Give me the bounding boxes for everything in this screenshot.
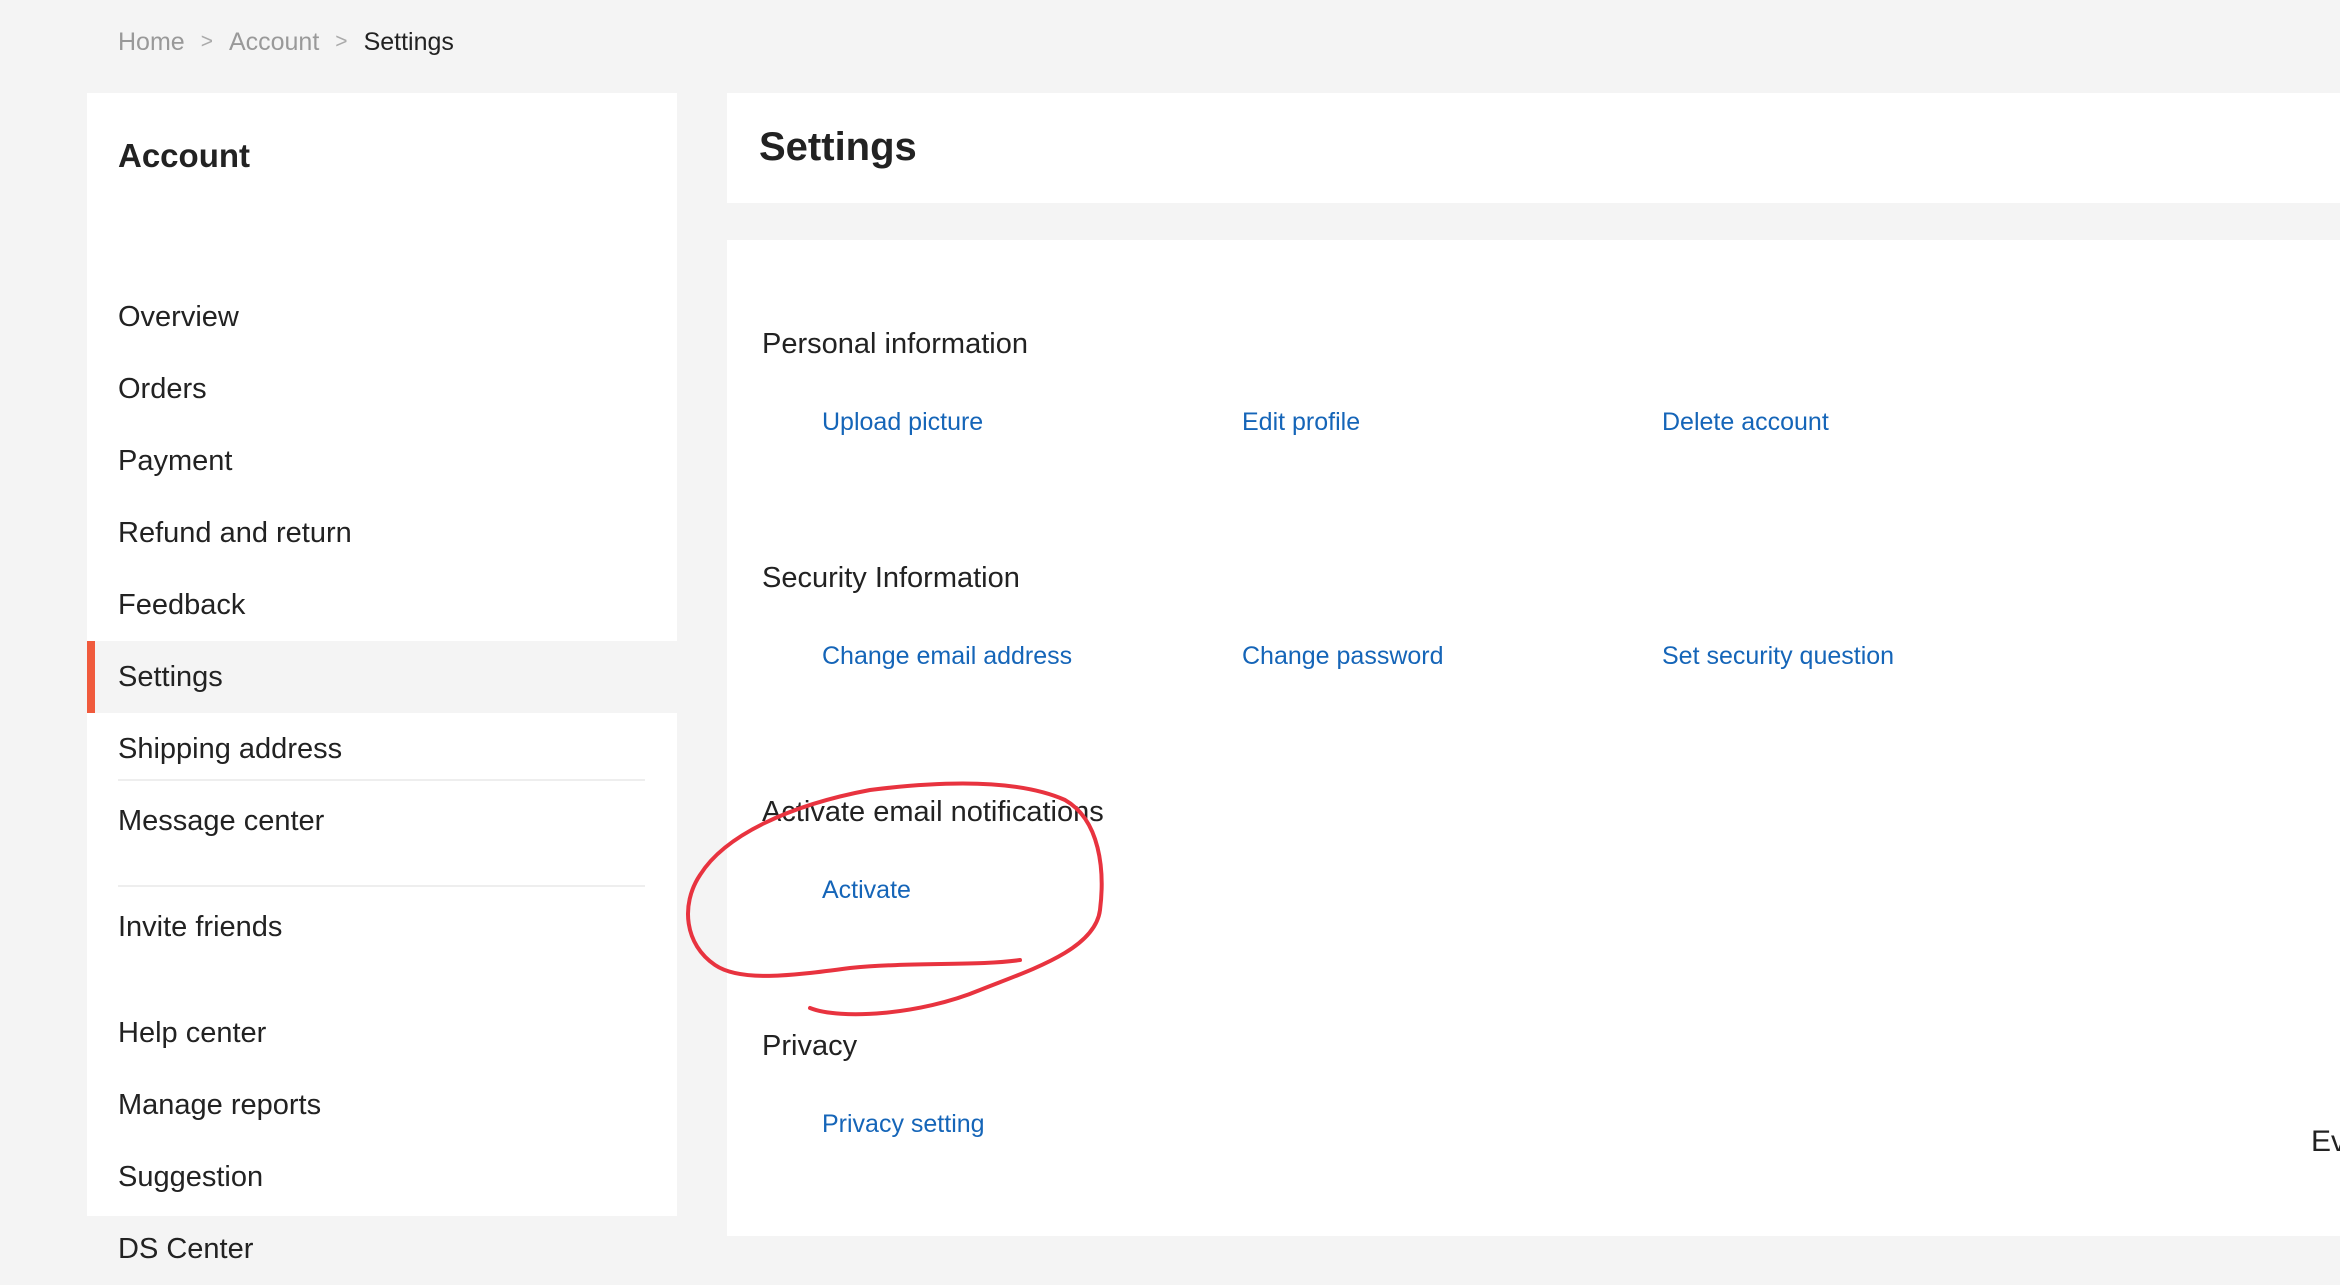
- edit-profile-link[interactable]: Edit profile: [1242, 404, 1360, 440]
- sidebar-item-refund-and-return[interactable]: Refund and return: [87, 497, 677, 569]
- privacy-heading: Privacy: [762, 1030, 858, 1062]
- breadcrumb-separator: >: [335, 30, 348, 53]
- sidebar-item-orders[interactable]: Orders: [87, 353, 677, 425]
- change-email-address-link[interactable]: Change email address: [822, 638, 1072, 674]
- sidebar-divider: [118, 885, 645, 887]
- sidebar-item-ds-center[interactable]: DS Center: [87, 1213, 677, 1285]
- sidebar-title: Account: [118, 137, 250, 174]
- delete-account-link[interactable]: Delete account: [1662, 404, 1829, 440]
- sidebar-item-shipping-address[interactable]: Shipping address: [87, 713, 677, 785]
- activate-link[interactable]: Activate: [822, 872, 911, 908]
- sidebar-divider: [118, 779, 645, 781]
- email-notifications-heading: Activate email notifications: [762, 796, 1104, 828]
- breadcrumb-separator: >: [200, 30, 213, 53]
- sidebar-item-settings[interactable]: Settings: [87, 641, 677, 713]
- breadcrumb-home[interactable]: Home: [118, 24, 185, 60]
- security-information-heading: Security Information: [762, 562, 1020, 594]
- breadcrumb: Home > Account > Settings: [118, 24, 454, 60]
- sidebar-item-message-center[interactable]: Message center: [87, 785, 677, 857]
- upload-picture-link[interactable]: Upload picture: [822, 404, 983, 440]
- breadcrumb-account[interactable]: Account: [229, 24, 319, 60]
- sidebar-item-manage-reports[interactable]: Manage reports: [87, 1069, 677, 1141]
- page-title: Settings: [759, 125, 917, 169]
- sidebar-item-suggestion[interactable]: Suggestion: [87, 1141, 677, 1213]
- sidebar-item-payment[interactable]: Payment: [87, 425, 677, 497]
- change-password-link[interactable]: Change password: [1242, 638, 1444, 674]
- set-security-question-link[interactable]: Set security question: [1662, 638, 1894, 674]
- breadcrumb-current: Settings: [363, 28, 454, 56]
- sidebar-item-feedback[interactable]: Feedback: [87, 569, 677, 641]
- edge-text: Ev: [2311, 1125, 2340, 1158]
- sidebar-item-overview[interactable]: Overview: [87, 281, 677, 353]
- sidebar-item-invite-friends[interactable]: Invite friends: [87, 891, 677, 963]
- privacy-setting-link[interactable]: Privacy setting: [822, 1106, 985, 1142]
- page-header: Settings: [727, 93, 2340, 203]
- sidebar: Account Overview Orders Payment Refund a…: [87, 93, 677, 1265]
- personal-information-heading: Personal information: [762, 328, 1028, 360]
- sidebar-item-help-center[interactable]: Help center: [87, 997, 677, 1069]
- settings-content: Personal information Upload picture Edit…: [727, 240, 2340, 1236]
